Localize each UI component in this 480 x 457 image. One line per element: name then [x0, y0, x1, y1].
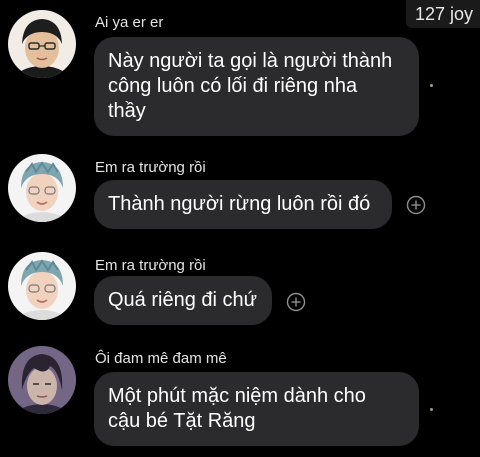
more-options-dot-icon[interactable] — [430, 408, 433, 411]
sender-name: Ôi đam mê đam mê — [95, 350, 227, 367]
message-line: Thành người rừng luôn rồi đó — [108, 193, 371, 215]
message-3: Em ra trường rồi Quá riêng đi chứ — [0, 248, 480, 338]
message-4: Ôi đam mê đam mê Một phút mặc niệm dành … — [0, 342, 480, 457]
message-2: Em ra trường rồi Thành người rừng luôn r… — [0, 150, 480, 245]
message-line: Quá riêng đi chứ — [108, 289, 258, 311]
avatar-em-ra-truong-roi[interactable] — [8, 252, 76, 320]
more-options-dot-icon[interactable] — [430, 84, 433, 87]
message-line: công luôn có lối đi riêng nha — [108, 75, 358, 97]
message-line: thầy — [108, 100, 146, 122]
avatar-em-ra-truong-roi[interactable] — [8, 154, 76, 222]
avatar-ai-ya-er-er[interactable] — [8, 10, 76, 78]
message-bubble[interactable]: Thành người rừng luôn rồi đó — [94, 180, 392, 229]
message-1: Ai ya er er Này người ta gọi là người th… — [0, 0, 480, 140]
message-bubble[interactable]: Quá riêng đi chứ — [94, 276, 272, 325]
avatar-oi-dam-me-dam-me[interactable] — [8, 346, 76, 414]
add-reaction-icon[interactable] — [286, 292, 306, 312]
message-bubble[interactable]: Này người ta gọi là người thành công luô… — [94, 37, 419, 136]
sender-name: Ai ya er er — [95, 14, 164, 31]
sender-name: Em ra trường rồi — [95, 257, 206, 274]
message-bubble[interactable]: Một phút mặc niệm dành cho cậu bé Tặt Ră… — [94, 372, 419, 446]
sender-name: Em ra trường rồi — [95, 159, 206, 176]
add-reaction-icon[interactable] — [406, 195, 426, 215]
message-line: cậu bé Tặt Răng — [108, 410, 256, 432]
message-line: Một phút mặc niệm dành cho — [108, 385, 366, 407]
message-line: Này người ta gọi là người thành — [108, 50, 393, 72]
